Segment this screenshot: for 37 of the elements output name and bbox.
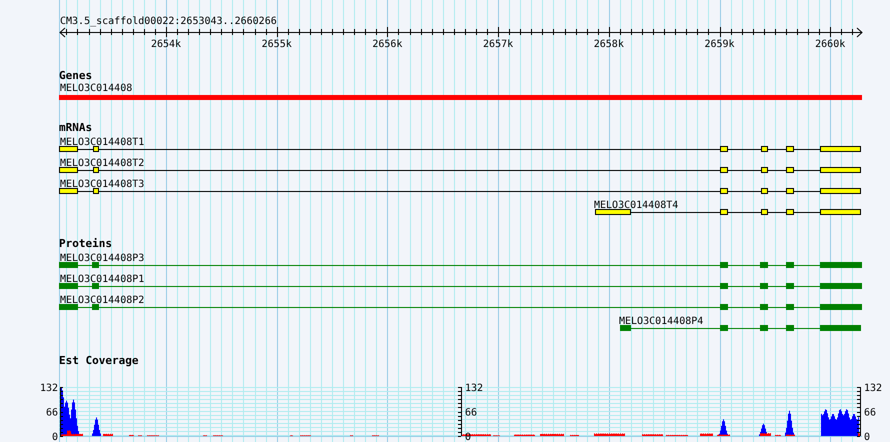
ruler-tick-label: 2657k xyxy=(483,39,514,50)
axis-label: 66 xyxy=(46,408,58,418)
transcript-model-drawing[interactable] xyxy=(58,188,862,194)
location-label: CM3.5_scaffold00022:2653043..2660266 xyxy=(60,16,277,27)
transcript-model-drawing[interactable] xyxy=(58,146,862,152)
axis-label: 66 xyxy=(864,408,876,418)
ruler-tick-label: 2659k xyxy=(704,39,735,50)
transcript-label: MELO3C014408T2 xyxy=(60,158,144,169)
ruler-tick-label: 2656k xyxy=(372,39,402,50)
ruler-tick-label: 2655k xyxy=(262,39,292,50)
protein-model-drawing[interactable] xyxy=(58,283,862,289)
axis-label: 0 xyxy=(52,432,58,442)
axis-label: 132 xyxy=(864,383,882,394)
protein-label: MELO3C014408P3 xyxy=(60,253,144,264)
gene-label: MELO3C014408 xyxy=(60,83,132,94)
transcript-label: MELO3C014408T4 xyxy=(594,200,678,211)
axis-label: 132 xyxy=(465,383,484,394)
transcript-label: MELO3C014408T1 xyxy=(60,137,144,148)
track-title: Est Coverage xyxy=(59,354,138,367)
axis-label: 66 xyxy=(465,408,478,418)
track-title: mRNAs xyxy=(59,121,92,134)
protein-model-drawing[interactable] xyxy=(58,262,862,268)
axis-label: 132 xyxy=(40,383,58,394)
protein-label: MELO3C014408P1 xyxy=(60,274,144,285)
transcript-label: MELO3C014408T3 xyxy=(60,179,144,190)
protein-model-drawing[interactable] xyxy=(620,325,862,331)
ruler-tick-label: 2654k xyxy=(150,39,182,50)
axis-label: 0 xyxy=(864,432,870,442)
track-title: Genes xyxy=(59,69,92,82)
transcript-model-drawing[interactable] xyxy=(58,167,862,173)
protein-model-drawing[interactable] xyxy=(58,304,862,310)
protein-label: MELO3C014408P4 xyxy=(619,316,704,327)
track-title: Proteins xyxy=(59,237,112,250)
protein-label: MELO3C014408P2 xyxy=(60,295,144,306)
ruler-tick-label: 2660k xyxy=(815,39,846,50)
transcript-model-drawing[interactable] xyxy=(594,209,862,215)
ruler-tick-label: 2658k xyxy=(594,39,624,50)
